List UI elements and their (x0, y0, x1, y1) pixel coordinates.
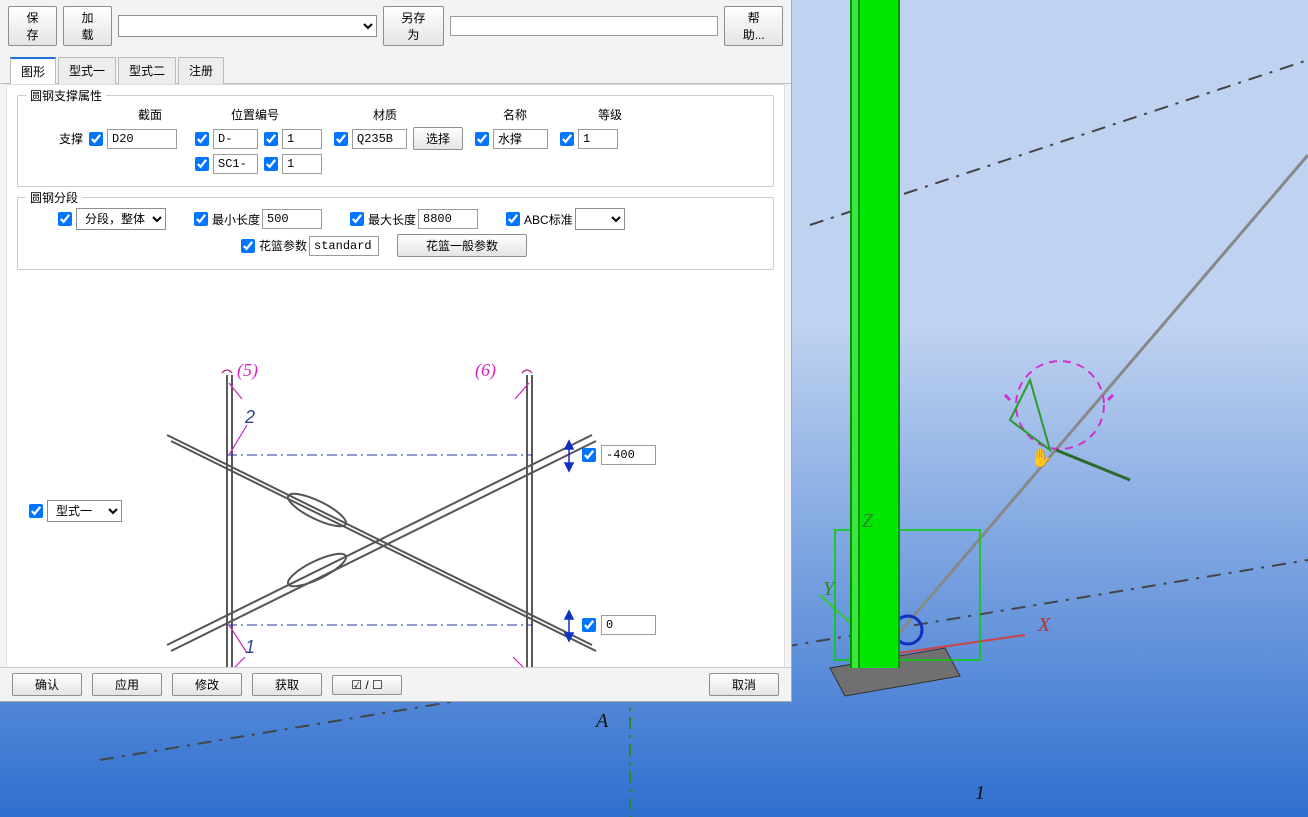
steel-column (858, 0, 900, 668)
mark-6: (6) (475, 360, 496, 381)
lbl-std: ABC标准 (524, 211, 573, 228)
group-segmentation-title: 圆钢分段 (26, 189, 82, 206)
chk-name[interactable] (475, 132, 489, 146)
segmode-combo[interactable]: 分段，整体 (76, 208, 166, 230)
ok-button[interactable]: 确认 (12, 673, 82, 696)
input-name[interactable] (493, 129, 548, 149)
basket-general-button[interactable]: 花篮一般参数 (397, 234, 527, 257)
dialog-toolbar: 保存 加载 另存为 帮助... (0, 0, 791, 52)
grid-label-1: 1 (975, 782, 985, 805)
cursor-indicator (1005, 361, 1130, 480)
axis-x: X (1038, 614, 1050, 637)
schematic-diagram: (5) (6) 2 1 3 4 (137, 355, 677, 685)
std-combo[interactable] (575, 208, 625, 230)
dialog-footer: 确认 应用 修改 获取 ☑ / ☐ 取消 (0, 667, 791, 701)
tab-type1[interactable]: 型式一 (58, 57, 116, 84)
save-button[interactable]: 保存 (8, 6, 57, 46)
cancel-button[interactable]: 取消 (709, 673, 779, 696)
chk-type[interactable] (29, 504, 43, 518)
axis-z: Z (862, 510, 873, 533)
input-num2[interactable] (282, 154, 322, 174)
apply-button[interactable]: 应用 (92, 673, 162, 696)
hdr-name: 名称 (460, 106, 570, 123)
steel-column-flange (850, 0, 860, 668)
select-toggle-button[interactable]: ☑ / ☐ (332, 675, 402, 695)
chk-basket[interactable] (241, 239, 255, 253)
acquire-button[interactable]: 获取 (252, 673, 322, 696)
input-num1[interactable] (282, 129, 322, 149)
chk-prefix2[interactable] (195, 157, 209, 171)
dim-top-field (582, 445, 656, 465)
load-button[interactable]: 加载 (63, 6, 112, 46)
lbl-minlen: 最小长度 (212, 211, 260, 228)
hdr-posno: 位置编号 (200, 106, 310, 123)
input-prefix1[interactable] (213, 129, 258, 149)
type-combo[interactable]: 型式一 (47, 500, 122, 522)
chk-section[interactable] (89, 132, 103, 146)
save-as-name-input[interactable] (450, 16, 719, 36)
tab-bar: 图形 型式一 型式二 注册 (0, 56, 791, 84)
input-dim-top[interactable] (601, 445, 656, 465)
input-grade[interactable] (578, 129, 618, 149)
chk-dim-top[interactable] (582, 448, 596, 462)
save-as-button[interactable]: 另存为 (383, 6, 444, 46)
settings-dialog: 保存 加载 另存为 帮助... 图形 型式一 型式二 注册 圆钢支撑属性 截面 … (0, 0, 792, 702)
chk-segmode[interactable] (58, 212, 72, 226)
tab-register[interactable]: 注册 (178, 57, 224, 84)
input-basket[interactable] (309, 236, 379, 256)
input-material[interactable] (352, 129, 407, 149)
row-label-brace: 支撑 (28, 130, 83, 147)
tab-graphic[interactable]: 图形 (10, 57, 56, 84)
chk-minlen[interactable] (194, 212, 208, 226)
chk-material[interactable] (334, 132, 348, 146)
lbl-maxlen: 最大长度 (368, 211, 416, 228)
hdr-grade: 等级 (570, 106, 650, 123)
help-button[interactable]: 帮助... (724, 6, 783, 46)
tab-type2[interactable]: 型式二 (118, 57, 176, 84)
chk-grade[interactable] (560, 132, 574, 146)
input-minlen[interactable] (262, 209, 322, 229)
chk-num1[interactable] (264, 132, 278, 146)
hdr-material: 材质 (310, 106, 460, 123)
group-brace-props: 圆钢支撑属性 截面 位置编号 材质 名称 等级 支撑 (17, 95, 774, 187)
mark-1: 1 (245, 637, 255, 658)
preset-combo[interactable] (118, 15, 377, 37)
chk-dim-bot[interactable] (582, 618, 596, 632)
lbl-basket: 花篮参数 (259, 237, 307, 254)
input-prefix2[interactable] (213, 154, 258, 174)
group-segmentation: 圆钢分段 分段，整体 最小长度 最大长度 (17, 197, 774, 270)
dim-bot-field (582, 615, 656, 635)
input-dim-bot[interactable] (601, 615, 656, 635)
chk-prefix1[interactable] (195, 132, 209, 146)
chk-num2[interactable] (264, 157, 278, 171)
input-section[interactable] (107, 129, 177, 149)
mark-2: 2 (245, 407, 255, 428)
tab-panel: 圆钢支撑属性 截面 位置编号 材质 名称 等级 支撑 (6, 84, 785, 688)
chk-maxlen[interactable] (350, 212, 364, 226)
modify-button[interactable]: 修改 (172, 673, 242, 696)
mark-5: (5) (237, 360, 258, 381)
pan-cursor-icon: ✋ (1030, 448, 1052, 469)
group-brace-props-title: 圆钢支撑属性 (26, 87, 106, 104)
chk-std[interactable] (506, 212, 520, 226)
grid-label-a: A (596, 710, 608, 733)
input-maxlen[interactable] (418, 209, 478, 229)
axis-y: Y (823, 578, 834, 601)
hdr-section: 截面 (100, 106, 200, 123)
select-material-button[interactable]: 选择 (413, 127, 463, 150)
